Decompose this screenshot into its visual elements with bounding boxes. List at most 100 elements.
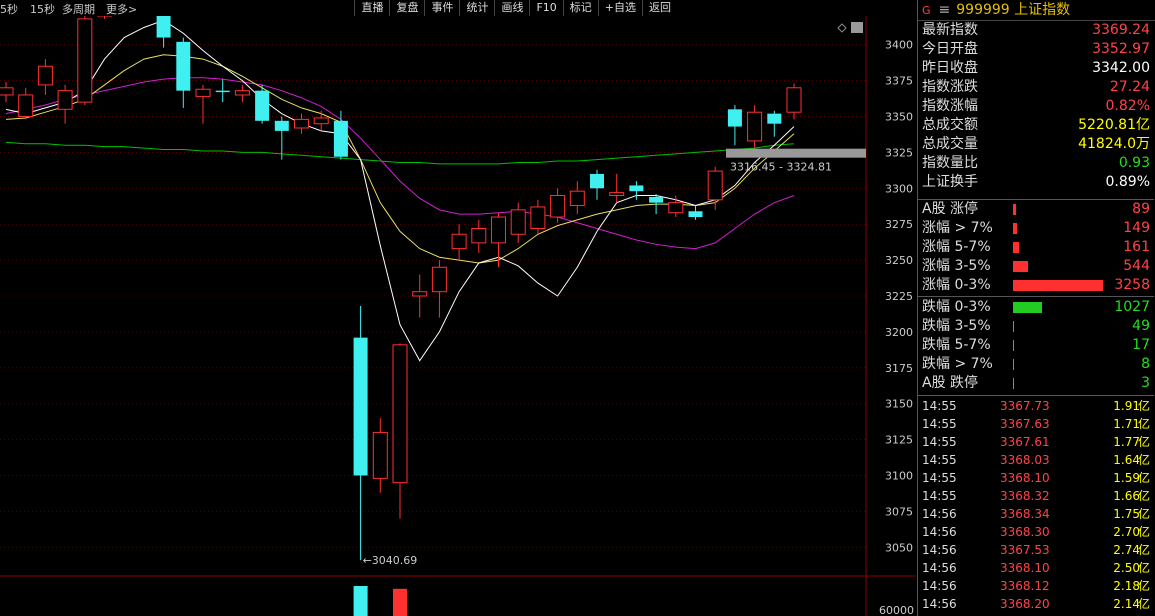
tick-price: 3368.03	[1000, 453, 1050, 467]
candle-body	[491, 216, 506, 244]
tick-time: 14:56	[922, 579, 957, 593]
breadth-row: 跌幅 > 7% 8	[918, 355, 1154, 374]
g-icon[interactable]: G	[922, 4, 931, 17]
tick-volume: 1.71	[1113, 417, 1140, 431]
breadth-label: A股 涨停	[922, 201, 979, 217]
quote-panel: G ≡ 999999 上证指数 最新指数 3369.24 今日开盘 3352.97 昨日收盘…	[917, 0, 1155, 616]
breadth-bar	[1013, 378, 1015, 389]
tick-price: 3368.12	[1000, 579, 1050, 593]
breadth-row: 跌幅 5-7% 17	[918, 336, 1154, 355]
tick-row: 14:56 3368.10 2.50 亿	[918, 559, 1154, 577]
stat-value: 5220.81亿	[1078, 117, 1150, 133]
stat-label: 总成交量	[922, 136, 978, 152]
y-tick-label: 3400	[885, 39, 913, 52]
more-menu[interactable]: 更多>	[106, 1, 137, 17]
tick-row: 14:55 3367.73 1.91 亿	[918, 397, 1154, 415]
stat-row: 总成交额 5220.81亿	[918, 116, 1154, 135]
tick-time: 14:55	[922, 417, 957, 431]
panel-title: G ≡ 999999 上证指数	[918, 0, 1155, 21]
stats-button[interactable]: 统计	[459, 0, 494, 16]
breadth-value: 89	[1132, 201, 1150, 217]
candle-body	[412, 291, 428, 297]
tick-unit: 亿	[1137, 507, 1150, 521]
breadth-bar	[1013, 223, 1018, 234]
review-button[interactable]: 复盘	[389, 0, 424, 16]
y-tick-label: 3125	[885, 434, 913, 447]
y-tick-label: 3300	[885, 182, 913, 195]
breadth-value: 161	[1123, 239, 1150, 255]
breadth-row: 跌幅 0-3% 1027	[918, 298, 1154, 317]
kline-chart[interactable]: 3400 3375 3350 3325 3300 3275 3250 3225 3200 3175…	[0, 16, 916, 616]
y-tick-label: 3375	[885, 75, 913, 88]
tick-row: 14:56 3368.20 2.14 亿	[918, 595, 1154, 613]
tick-row: 14:55 3367.63 1.71 亿	[918, 415, 1154, 433]
multi-period-tab[interactable]: 多周期	[62, 1, 95, 17]
volume-bar	[353, 586, 368, 616]
tick-row: 14:56 3368.12 2.18 亿	[918, 577, 1154, 595]
tick-unit: 亿	[1137, 543, 1150, 557]
tick-price: 3368.20	[1000, 597, 1050, 611]
breadth-value: 1027	[1114, 299, 1150, 315]
tick-volume: 1.64	[1113, 453, 1140, 467]
breadth-label: 跌幅 5-7%	[922, 337, 991, 353]
range-band	[726, 148, 866, 158]
tick-row: 14:55 3368.32 1.66 亿	[918, 487, 1154, 505]
stat-value: 3342.00	[1092, 60, 1150, 76]
stat-value: 41824.0万	[1078, 136, 1150, 152]
tick-volume: 2.18	[1113, 579, 1140, 593]
candle-body	[609, 192, 625, 196]
y-tick-label: 3250	[885, 254, 913, 267]
period-15s-tab[interactable]: 15秒	[30, 1, 55, 17]
breadth-bar	[1013, 204, 1017, 215]
kline-chart-area[interactable]: 3400 3375 3350 3325 3300 3275 3250 3225 3200 3175…	[0, 16, 916, 616]
range-annotation: 3316.45 - 3324.81	[730, 161, 832, 174]
breadth-value: 149	[1123, 220, 1150, 236]
tick-unit: 亿	[1137, 525, 1150, 539]
draw-line-button[interactable]: 画线	[494, 0, 529, 16]
breadth-value: 3	[1141, 375, 1150, 391]
candle-body	[471, 228, 487, 244]
tick-time: 14:55	[922, 435, 957, 449]
breadth-label: 跌幅 3-5%	[922, 318, 991, 334]
candle-body	[313, 117, 329, 125]
divider	[918, 296, 1154, 297]
mark-button[interactable]: 标记	[562, 0, 598, 16]
stat-row: 今日开盘 3352.97	[918, 40, 1154, 59]
tick-price: 3368.30	[1000, 525, 1050, 539]
breadth-value: 8	[1141, 356, 1150, 372]
menu-icon[interactable]: ≡	[939, 2, 951, 18]
volume-bar	[393, 588, 407, 616]
tick-time: 14:56	[922, 525, 957, 539]
tick-time: 14:56	[922, 561, 957, 575]
stat-value: 0.82%	[1105, 98, 1150, 114]
candle-body	[629, 185, 644, 192]
breadth-value: 544	[1123, 258, 1150, 274]
tick-volume: 2.50	[1113, 561, 1140, 575]
breadth-bar	[1013, 261, 1029, 272]
events-button[interactable]: 事件	[424, 0, 459, 16]
back-button[interactable]: 返回	[642, 0, 677, 16]
f10-button[interactable]: F10	[529, 0, 562, 16]
breadth-bar	[1013, 242, 1019, 253]
breadth-label: A股 跌停	[922, 375, 979, 391]
stat-label: 指数涨幅	[922, 98, 978, 114]
tick-time: 14:55	[922, 489, 957, 503]
breadth-row: 涨幅 0-3% 3258	[918, 276, 1154, 295]
period-5s-tab[interactable]: 5秒	[0, 1, 18, 17]
tick-unit: 亿	[1137, 399, 1150, 413]
add-watchlist-button[interactable]: +自选	[597, 0, 642, 16]
live-button[interactable]: 直播	[354, 0, 389, 16]
candle-body	[510, 209, 526, 235]
breadth-value: 17	[1132, 337, 1150, 353]
tick-row: 14:56 3367.53 2.74 亿	[918, 541, 1154, 559]
tick-volume: 2.74	[1113, 543, 1140, 557]
candle-body	[530, 206, 546, 230]
tick-unit: 亿	[1137, 435, 1150, 449]
candle-body	[57, 90, 73, 110]
tick-time: 14:56	[922, 507, 957, 521]
tick-volume: 1.66	[1113, 489, 1140, 503]
stat-value: 3369.24	[1092, 22, 1150, 38]
candle-body	[37, 65, 53, 86]
stat-row: 指数涨幅 0.82%	[918, 97, 1154, 116]
breadth-label: 涨幅 0-3%	[922, 277, 991, 293]
